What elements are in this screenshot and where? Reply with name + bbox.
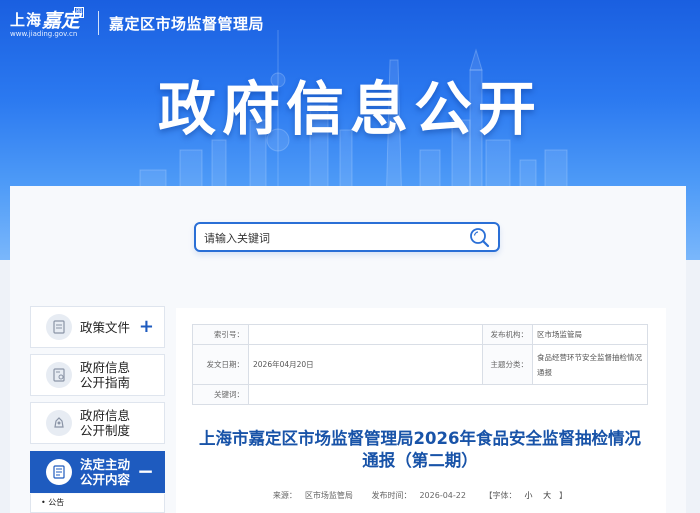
font-close: 】 [559, 491, 568, 500]
logo-url: www.jiading.gov.cn [10, 30, 78, 38]
article-meta: 来源： 区市场监管局 发布时间： 2026-04-22 【字体： 小 大】 [192, 490, 648, 501]
category-label: 主题分类： [482, 344, 533, 385]
search-button[interactable] [468, 226, 490, 248]
sidebar-label-line: 公开制度 [80, 423, 131, 438]
sidebar-label-line: 法定主动 [80, 457, 131, 472]
expand-icon[interactable]: + [139, 316, 154, 337]
source-label: 来源： [272, 491, 297, 500]
keywords-value [248, 384, 648, 405]
collapse-icon[interactable]: − [137, 459, 154, 483]
jiading-logo[interactable]: 上海 嘉定 图 www.jiading.gov.cn [10, 6, 86, 40]
sidebar-item-label: 政府信息 公开制度 [80, 408, 130, 438]
main-panel: 政策文件 + 政府信息 公开指南 政府信息 公开制度 法定主动 公开内容 − •… [10, 186, 686, 513]
sidebar-item-disclosure-guide[interactable]: 政府信息 公开指南 [30, 354, 165, 396]
publish-value: 2026-04-22 [419, 491, 466, 500]
keywords-label: 关键词： [192, 384, 249, 405]
sidebar-label-line: 公开指南 [80, 375, 131, 390]
date-label: 发文日期： [192, 344, 249, 385]
table-row: 关键词： [192, 384, 648, 405]
sidebar-subitem-announcement[interactable]: • 公告 [30, 494, 165, 513]
index-label: 索引号： [192, 324, 249, 345]
sidebar-item-label: 法定主动 公开内容 [80, 457, 130, 487]
sidebar-item-statutory-disclosure[interactable]: 法定主动 公开内容 − [30, 451, 165, 493]
date-value: 2026年04月20日 [248, 344, 483, 385]
publish-info: 发布时间： 2026-04-22 [367, 491, 470, 500]
search-box [194, 222, 500, 252]
publisher-value: 区市场监管局 [532, 324, 648, 345]
sidebar-item-disclosure-rules[interactable]: 政府信息 公开制度 [30, 402, 165, 444]
document-icon [46, 314, 72, 340]
source-info: 来源： 区市场监管局 [269, 491, 357, 500]
logo-seal: 图 [74, 7, 84, 18]
guide-icon [46, 362, 72, 388]
sidebar-label-line: 公开内容 [80, 472, 131, 487]
logo-text-shanghai: 上海 [10, 11, 43, 29]
source-value: 区市场监管局 [304, 491, 353, 500]
search-input[interactable] [204, 228, 464, 248]
font-size-control: 【字体： 小 大】 [481, 491, 572, 500]
sidebar-label-line: 政府信息 [80, 408, 131, 423]
publisher-label: 发布机构： [482, 324, 533, 345]
hero-title: 政府信息公开 [157, 75, 542, 143]
metadata-table: 索引号： 发布机构： 区市场监管局 发文日期： 2026年04月20日 主题分类… [192, 324, 648, 405]
topbar-divider [98, 11, 99, 35]
sidebar-label-line: 政府信息 [80, 360, 131, 375]
index-value [248, 324, 483, 345]
sidebar-label-line: 政策文件 [80, 319, 131, 335]
article-content: 索引号： 发布机构： 区市场监管局 发文日期： 2026年04月20日 主题分类… [176, 308, 666, 513]
table-row: 索引号： 发布机构： 区市场监管局 [192, 324, 648, 345]
top-bar: 上海 嘉定 图 www.jiading.gov.cn 嘉定区市场监督管理局 [10, 6, 264, 40]
article-title: 上海市嘉定区市场监督管理局2026年食品安全监督抽检情况通报（第二期） [199, 429, 641, 470]
font-small-link[interactable]: 小 [525, 491, 533, 500]
font-large-link[interactable]: 大 [543, 491, 551, 500]
org-name[interactable]: 嘉定区市场监督管理局 [109, 13, 264, 34]
font-label: 【字体： [484, 491, 517, 500]
table-row: 发文日期： 2026年04月20日 主题分类： 食品经营环节安全监督抽检情况通报 [192, 344, 648, 385]
list-icon [46, 459, 72, 485]
sidebar-item-label: 政策文件 [80, 320, 130, 335]
category-value: 食品经营环节安全监督抽检情况通报 [532, 344, 648, 385]
rules-icon [46, 410, 72, 436]
search-icon [470, 228, 490, 248]
publish-label: 发布时间： [371, 491, 412, 500]
sidebar-item-label: 政府信息 公开指南 [80, 360, 130, 390]
sidebar-item-policy-documents[interactable]: 政策文件 + [30, 306, 165, 348]
